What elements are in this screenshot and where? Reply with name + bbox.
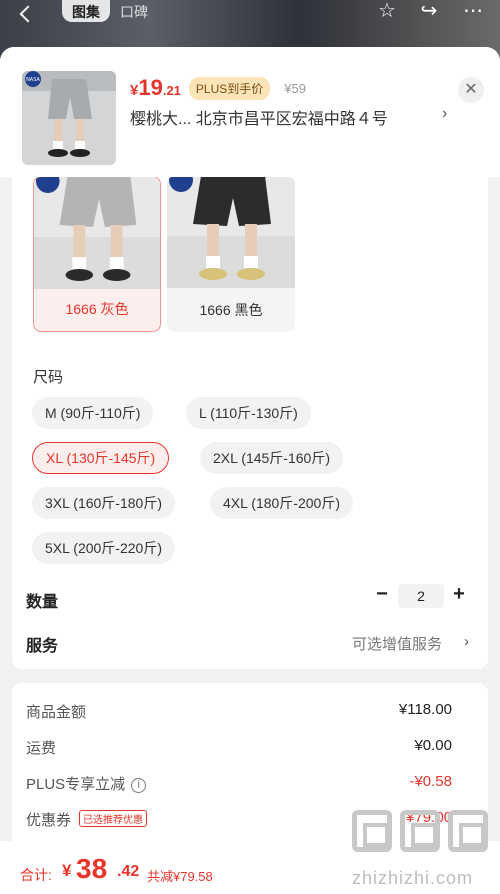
total-label: 合计: [20,867,52,883]
total-integer: 38 [76,853,108,884]
size-option-3xl[interactable]: 3XL (160斤-180斤) [32,487,175,519]
service-value[interactable]: 可选增值服务 [352,633,442,654]
size-option-l[interactable]: L (110斤-130斤) [186,397,311,429]
tab-reviews[interactable]: 口碑 [110,0,158,22]
subtotal-value: ¥118.00 [398,701,452,718]
more-icon[interactable]: ⋯ [460,0,486,24]
plus-discount-label: PLUS专享立减 [26,776,126,793]
size-option-xl[interactable]: XL (130斤-145斤) [32,442,170,474]
quantity-plus-button[interactable]: + [448,583,470,605]
shipping-value: ¥0.00 [414,737,452,754]
price-row: ¥ 19 .21 PLUS到手价 ¥59 [130,75,306,101]
plus-price-badge: PLUS到手价 [188,76,271,100]
shipping-label: 运费 [26,740,57,757]
product-thumbnail: NASA [22,71,116,165]
size-option-4xl[interactable]: 4XL (180斤-200斤) [210,487,353,519]
info-icon[interactable]: i [131,778,147,793]
subtotal-label: 商品金额 [26,704,87,721]
coupon-tag: 已选推荐优惠 [79,810,148,827]
color-option-gray[interactable]: 1666 灰色 [33,176,161,332]
watermark-logo [352,810,392,852]
quantity-label: 数量 [26,594,59,611]
size-option-5xl[interactable]: 5XL (200斤-220斤) [32,532,175,564]
options-card: 1666 灰色 1666 黑色 尺码 M (90斤-110斤) L (110斤-… [12,157,488,669]
total-decimal: .42 [117,863,140,880]
total-currency: ¥ [62,861,72,880]
close-button[interactable]: ✕ [458,77,484,103]
sku-selection-sheet: NASA ¥ 19 .21 PLUS到手价 ¥59 樱桃大... 北京市昌平区宏… [0,47,500,894]
coupon-label: 优惠券 [26,812,72,829]
plus-discount-row: PLUS专享立减 i [26,773,147,794]
service-label: 服务 [26,638,59,655]
total-saved: 共减¥79.58 [147,869,213,884]
star-icon[interactable]: ☆ [374,0,400,24]
sheet-header: NASA ¥ 19 .21 PLUS到手价 ¥59 樱桃大... 北京市昌平区宏… [0,47,500,177]
size-option-m[interactable]: M (90斤-110斤) [32,397,154,429]
tab-gallery[interactable]: 图集 [62,0,110,22]
coupon-row[interactable]: 优惠券 已选推荐优惠 [26,809,148,830]
quantity-minus-button[interactable]: − [371,583,393,605]
color-option-label: 1666 黑色 [199,302,263,318]
chevron-right-icon[interactable]: › [442,105,447,123]
black-shorts-image [167,176,295,288]
price-decimal: .21 [162,83,181,98]
size-option-2xl[interactable]: 2XL (145斤-160斤) [200,442,343,474]
svg-text:NASA: NASA [26,77,40,83]
size-section-title: 尺码 [33,369,64,386]
quantity-input[interactable]: 2 [398,584,444,608]
gray-shorts-image [34,177,160,289]
close-icon: ✕ [464,81,478,98]
price-integer: 19 [138,75,163,100]
back-icon[interactable] [14,4,38,28]
share-icon[interactable]: ↪ [416,0,442,24]
chevron-right-icon[interactable]: › [464,633,469,650]
plus-discount-value: -¥0.58 [409,773,452,790]
color-option-black[interactable]: 1666 黑色 [167,176,295,332]
delivery-address[interactable]: 樱桃大... 北京市昌平区宏福中路４号 [130,105,460,129]
original-price: ¥59 [284,80,306,96]
watermark-text: zhizhizhi.com [352,868,474,888]
watermark-logo [400,810,440,852]
price-currency: ¥ [130,82,139,99]
watermark-logo [448,810,488,852]
color-option-label: 1666 灰色 [65,301,129,317]
